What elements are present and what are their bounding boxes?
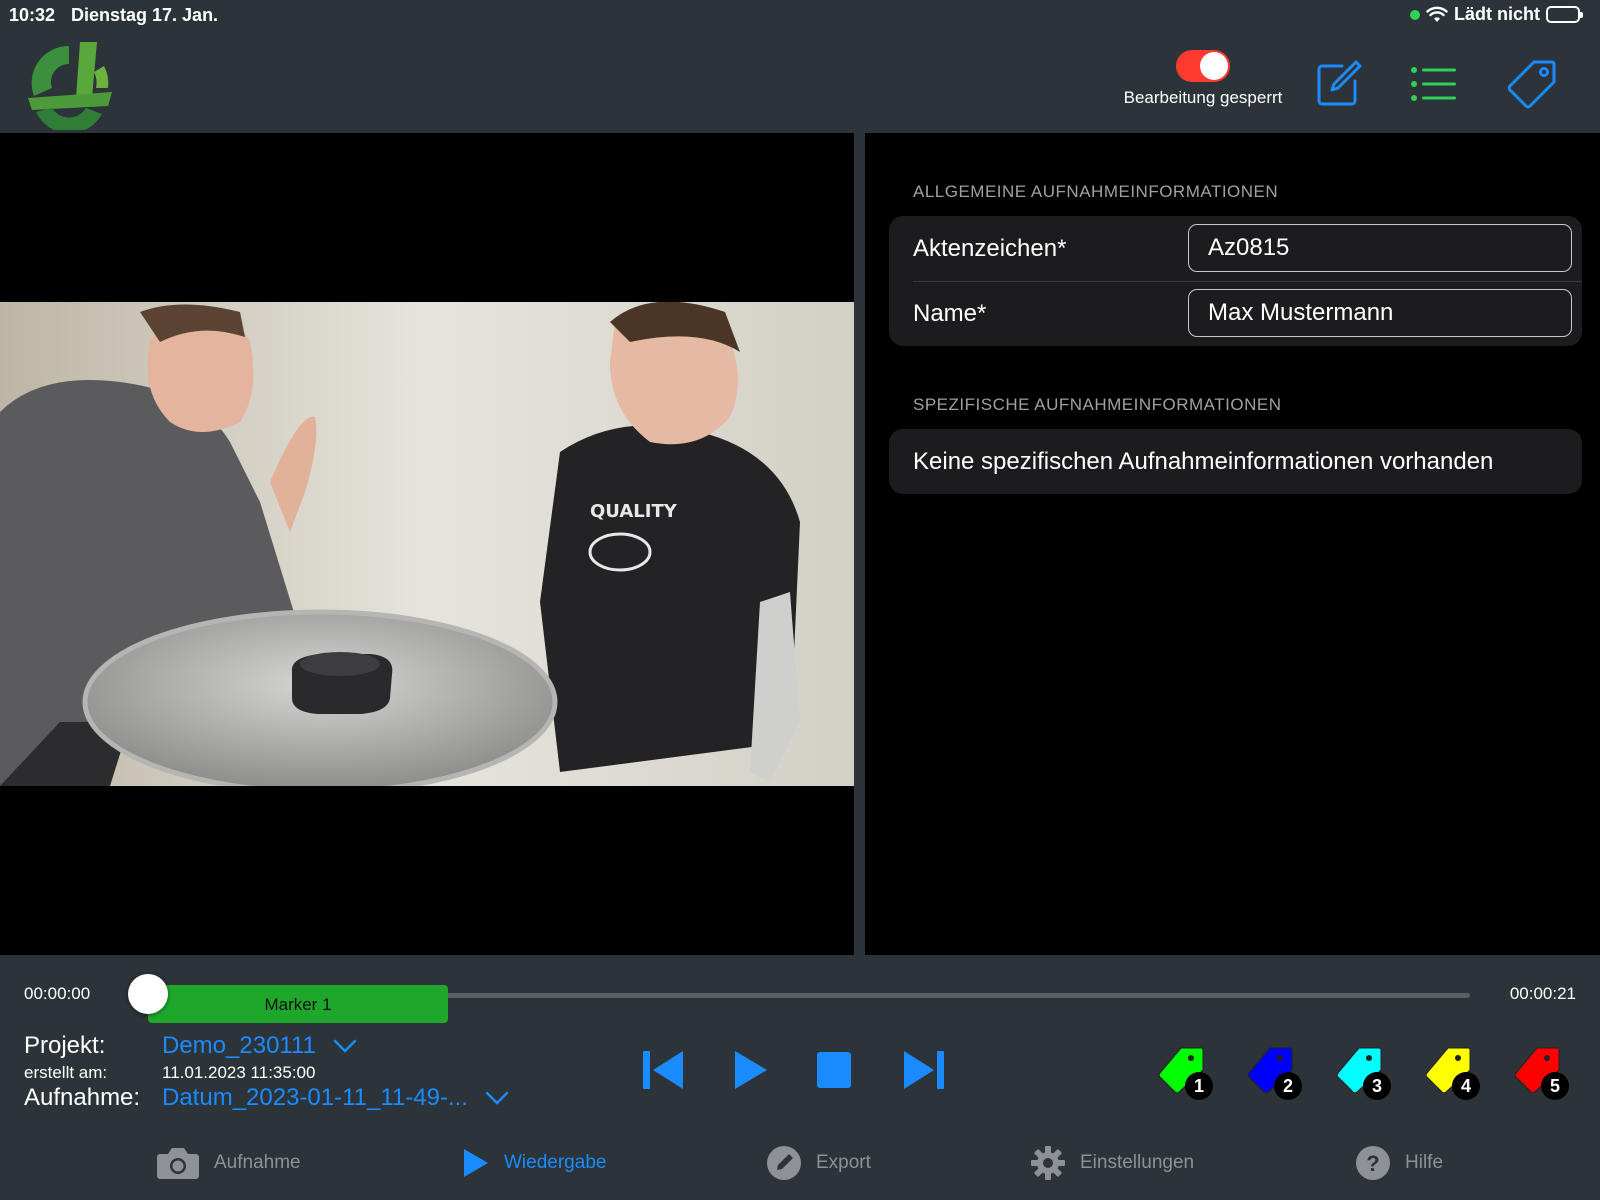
skip-forward-icon[interactable] (902, 1049, 946, 1091)
video-player[interactable]: QUALITY (0, 133, 854, 955)
chevron-down-icon (333, 1039, 356, 1053)
tab-wiedergabe[interactable]: Wiedergabe (462, 1138, 606, 1188)
wifi-icon (1426, 6, 1448, 22)
recording-info-panel: ALLGEMEINE AUFNAHMEINFORMATIONEN Aktenze… (865, 133, 1600, 955)
tag-number: 1 (1185, 1072, 1213, 1100)
status-right: Lädt nicht (1410, 4, 1583, 25)
help-icon: ? (1356, 1146, 1390, 1180)
field-row-aktenzeichen: Aktenzeichen* (889, 216, 1582, 282)
edit-icon[interactable] (1312, 58, 1364, 110)
timeline-scrubber[interactable] (128, 974, 168, 1014)
color-tag-2[interactable]: 2 (1246, 1044, 1302, 1100)
field-row-name: Name* (889, 281, 1582, 346)
charging-status: Lädt nicht (1454, 4, 1540, 24)
tag-number: 2 (1274, 1072, 1302, 1100)
color-tag-1[interactable]: 1 (1157, 1044, 1213, 1100)
project-select[interactable]: Demo_230111 (162, 1032, 357, 1060)
general-info-card: Aktenzeichen* Name* (889, 216, 1582, 346)
color-tag-5[interactable]: 5 (1513, 1044, 1569, 1100)
camera-icon (157, 1148, 199, 1179)
gear-icon (1031, 1146, 1065, 1180)
camera-indicator-icon (1410, 9, 1420, 20)
tag-number: 3 (1363, 1072, 1391, 1100)
tag-number: 4 (1452, 1072, 1480, 1100)
panel-divider[interactable] (854, 133, 865, 955)
tab-label: Wiedergabe (504, 1152, 607, 1173)
status-time: 10:32 (9, 5, 56, 25)
tab-bar: Aufnahme Wiedergabe Export Einstellungen… (0, 1138, 1600, 1193)
edit-lock-label: Bearbeitung gesperrt (1123, 88, 1283, 107)
project-value: Demo_230111 (162, 1032, 316, 1059)
tab-label: Aufnahme (214, 1152, 301, 1173)
tab-aufnahme[interactable]: Aufnahme (156, 1138, 301, 1188)
play-icon[interactable] (733, 1049, 769, 1091)
specific-info-card: Keine spezifischen Aufnahmeinformationen… (889, 429, 1582, 494)
tag-icon[interactable] (1506, 58, 1558, 110)
list-icon[interactable] (1408, 58, 1460, 110)
tab-label: Export (816, 1152, 871, 1173)
edit-lock-toggle[interactable] (1176, 50, 1230, 82)
edit-lock-toggle-group: Bearbeitung gesperrt (1118, 50, 1288, 108)
timeline-start-time: 00:00:00 (24, 984, 91, 1003)
app-logo-icon (28, 42, 112, 130)
top-toolbar: Bearbeitung gesperrt (0, 30, 1600, 133)
video-frame: QUALITY (0, 302, 854, 786)
general-info-title: ALLGEMEINE AUFNAHMEINFORMATIONEN (913, 182, 1279, 201)
skip-back-icon[interactable] (641, 1049, 685, 1091)
specific-info-empty: Keine spezifischen Aufnahmeinformationen… (913, 448, 1494, 475)
battery-icon (1546, 6, 1583, 23)
status-bar: 10:32 Dienstag 17. Jan. Lädt nicht (0, 0, 1600, 30)
timeline-marker[interactable]: Marker 1 (148, 985, 448, 1023)
chevron-down-icon (485, 1091, 508, 1105)
created-value: 11.01.2023 11:35:00 (162, 1063, 316, 1082)
play-icon (464, 1149, 488, 1177)
tab-export[interactable]: Export (766, 1138, 871, 1188)
stop-icon[interactable] (815, 1049, 853, 1091)
tab-einstellungen[interactable]: Einstellungen (1030, 1138, 1194, 1188)
created-label: erstellt am: (24, 1063, 108, 1082)
timeline-end-time: 00:00:21 (1509, 984, 1576, 1003)
status-date: Dienstag 17. Jan. (71, 5, 219, 25)
recording-select[interactable]: Datum_2023-01-11_11-49-... (162, 1084, 509, 1112)
toggle-knob (1200, 52, 1228, 80)
name-field[interactable] (1188, 289, 1572, 337)
tag-number: 5 (1541, 1072, 1569, 1100)
aktenzeichen-label: Aktenzeichen* (913, 235, 1067, 262)
name-label: Name* (913, 300, 987, 327)
svg-text:QUALITY: QUALITY (590, 501, 678, 522)
tab-label: Hilfe (1405, 1152, 1444, 1173)
recording-value: Datum_2023-01-11_11-49-... (162, 1084, 468, 1111)
tab-label: Einstellungen (1080, 1152, 1195, 1173)
recording-label: Aufnahme: (24, 1084, 141, 1111)
project-label: Projekt: (24, 1032, 106, 1059)
color-tag-4[interactable]: 4 (1424, 1044, 1480, 1100)
color-tag-3[interactable]: 3 (1335, 1044, 1391, 1100)
svg-text:?: ? (1366, 1151, 1379, 1176)
specific-info-title: SPEZIFISCHE AUFNAHMEINFORMATIONEN (913, 395, 1282, 414)
tab-hilfe[interactable]: ? Hilfe (1355, 1138, 1443, 1188)
pencil-icon (767, 1146, 801, 1180)
aktenzeichen-field[interactable] (1188, 224, 1572, 272)
